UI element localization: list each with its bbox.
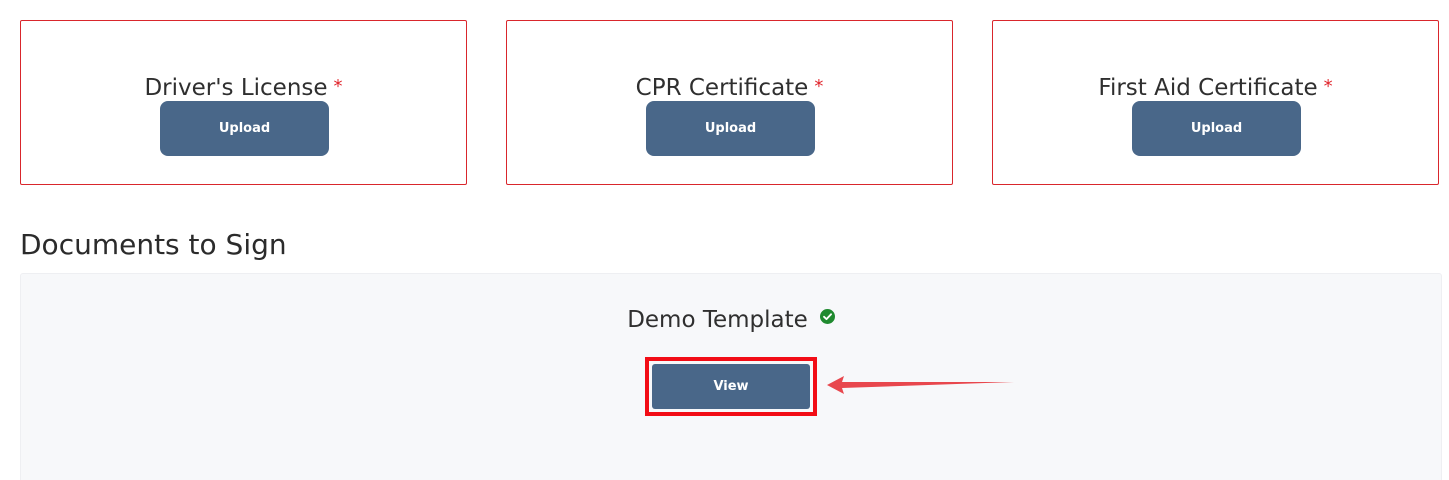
document-name: Demo Template (627, 307, 808, 333)
upload-card-label: First Aid Certificate (1098, 75, 1318, 101)
upload-card-title: First Aid Certificate * (993, 73, 1438, 102)
upload-card-title: Driver's License * (21, 73, 466, 102)
document-sign-panel: Demo Template View (20, 273, 1442, 480)
upload-button-first-aid-certificate[interactable]: Upload (1132, 101, 1301, 156)
pointer-arrow-annotation (827, 376, 1014, 394)
document-upload-page: Driver's License * Upload CPR Certificate… (0, 0, 1449, 480)
upload-card-first-aid-certificate: First Aid Certificate * Upload (992, 20, 1439, 185)
view-button-highlight: View (645, 357, 817, 416)
upload-card-drivers-license: Driver's License * Upload (20, 20, 467, 185)
upload-card-label: CPR Certificate (635, 75, 809, 101)
upload-card-cpr-certificate: CPR Certificate * Upload (506, 20, 953, 185)
upload-button-drivers-license[interactable]: Upload (160, 101, 329, 156)
documents-to-sign-heading: Documents to Sign (20, 228, 287, 261)
required-asterisk: * (814, 76, 824, 97)
document-title: Demo Template (21, 305, 1441, 335)
check-circle-icon (819, 309, 835, 324)
upload-card-label: Driver's License (144, 75, 328, 101)
upload-card-title: CPR Certificate * (507, 73, 952, 102)
required-asterisk: * (1323, 76, 1333, 97)
view-document-button[interactable]: View (652, 364, 810, 409)
required-asterisk: * (333, 76, 343, 97)
upload-button-cpr-certificate[interactable]: Upload (646, 101, 815, 156)
